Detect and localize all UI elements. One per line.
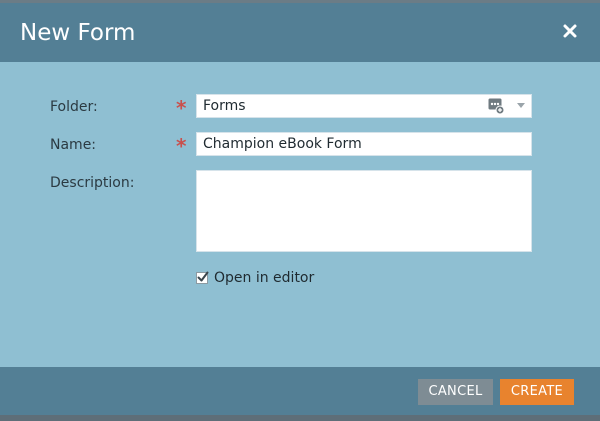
chevron-down-icon[interactable] [517,103,525,108]
name-required-marker: * [176,134,187,158]
folder-value: Forms [203,98,246,114]
description-textarea[interactable] [196,170,532,252]
dialog-header: New Form [0,3,600,62]
folder-required-marker: * [176,96,187,120]
open-in-editor-label: Open in editor [214,270,315,286]
name-input[interactable]: Champion eBook Form [196,132,532,156]
checkmark-icon [197,271,209,282]
description-label: Description: [50,175,135,191]
dialog-footer: CANCEL CREATE [0,367,600,421]
cancel-button[interactable]: CANCEL [418,379,493,405]
open-in-editor-row[interactable]: Open in editor [196,269,314,287]
new-form-dialog: New Form Folder: * Forms Name: * Champio… [0,0,600,421]
name-value: Champion eBook Form [203,136,362,152]
folder-label: Folder: [50,99,98,115]
name-label: Name: [50,137,97,153]
create-button[interactable]: CREATE [500,379,574,405]
close-icon[interactable] [562,23,578,39]
folder-picker-icon[interactable] [488,98,505,115]
dialog-title: New Form [20,20,136,46]
folder-select[interactable]: Forms [196,94,532,118]
open-in-editor-checkbox[interactable] [196,271,209,284]
